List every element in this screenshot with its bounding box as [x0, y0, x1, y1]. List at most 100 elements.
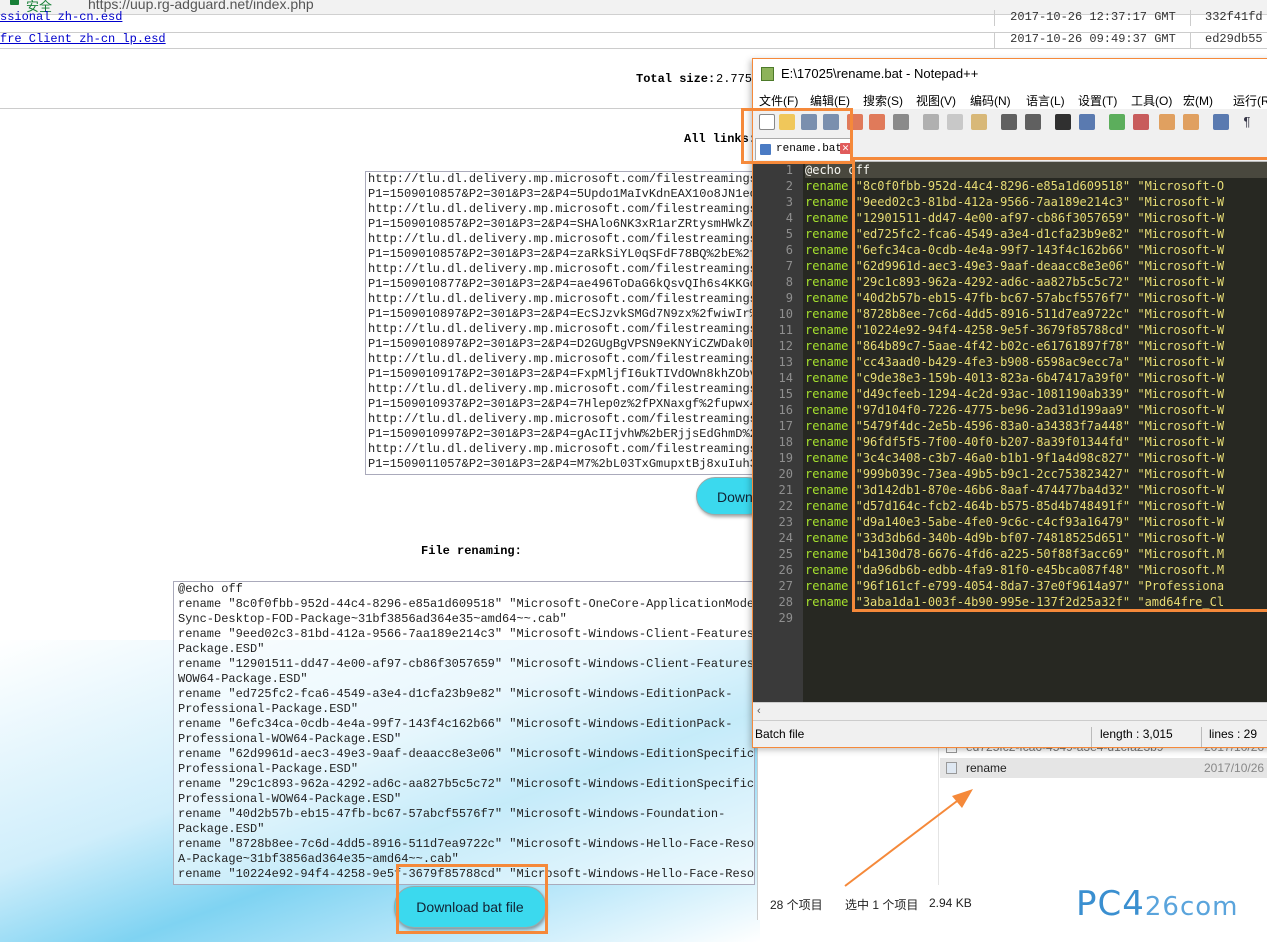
line-number: 7	[785, 259, 793, 273]
cut-icon[interactable]	[923, 114, 939, 130]
highlight-box	[852, 157, 1267, 612]
keyword-rename: rename	[805, 435, 849, 449]
link-line: http://tlu.dl.delivery.mp.microsoft.com/…	[368, 322, 757, 336]
file-link[interactable]: fre Client zh-cn lp.esd	[0, 32, 166, 46]
selected-size: 2.94 KB	[929, 896, 972, 910]
zoom-in-icon[interactable]	[1109, 114, 1125, 130]
find-icon[interactable]	[1055, 114, 1071, 130]
line-number: 26	[778, 563, 793, 577]
rename-line: rename "29c1c893-962a-4292-ad6c-aa827b5c…	[178, 777, 755, 791]
window-title: E:\17025\rename.bat - Notepad++	[781, 66, 979, 81]
link-line: P1=1509010997&P2=301&P3=2&P4=gAcIIjvhW%2…	[368, 427, 757, 441]
file-name: rename	[966, 761, 1007, 775]
line-number: 15	[778, 387, 793, 401]
link-line: P1=1509010877&P2=301&P3=2&P4=ae496ToDaG6…	[368, 277, 757, 291]
keyword-rename: rename	[805, 419, 849, 433]
line-number: 27	[778, 579, 793, 593]
divider	[0, 108, 760, 109]
file-type: Batch file	[755, 727, 805, 741]
menu-language[interactable]: 语言(L)	[1026, 92, 1065, 109]
link-line: http://tlu.dl.delivery.mp.microsoft.com/…	[368, 262, 757, 276]
menu-file[interactable]: 文件(F)	[759, 92, 798, 109]
file-date: 2017-10-26 12:37:17 GMT	[994, 10, 1191, 26]
menu-edit[interactable]: 编辑(E)	[810, 92, 850, 109]
menu-search[interactable]: 搜索(S)	[863, 92, 903, 109]
rename-textarea[interactable]: @echo off rename "8c0f0fbb-952d-44c4-8296…	[173, 581, 755, 885]
bat-file-icon	[946, 762, 957, 774]
menu-view[interactable]: 视图(V)	[916, 92, 956, 109]
navigation-pane	[758, 735, 939, 885]
keyword-rename: rename	[805, 371, 849, 385]
sync-vertical-icon[interactable]	[1159, 114, 1175, 130]
line-number: 23	[778, 515, 793, 529]
file-row: fre Client zh-cn lp.esd 2017-10-26 09:49…	[0, 30, 1267, 49]
keyword-rename: rename	[805, 531, 849, 545]
zoom-out-icon[interactable]	[1133, 114, 1149, 130]
divider	[1091, 727, 1092, 747]
highlight-box	[396, 864, 548, 934]
replace-icon[interactable]	[1079, 114, 1095, 130]
keyword-rename: rename	[805, 339, 849, 353]
notepad-app-icon	[761, 67, 774, 81]
rename-line: WOW64-Package.ESD"	[178, 672, 308, 686]
link-line: P1=1509011057&P2=301&P3=2&P4=M7%2bL03TxG…	[368, 457, 757, 471]
file-date: 2017-10-26 09:49:37 GMT	[994, 32, 1191, 48]
line-number: 28	[778, 595, 793, 609]
rename-line: Professional-WOW64-Package.ESD"	[178, 732, 402, 746]
links-textarea[interactable]: http://tlu.dl.delivery.mp.microsoft.com/…	[365, 171, 757, 475]
title-bar[interactable]: E:\17025\rename.bat - Notepad++	[753, 59, 1267, 89]
rename-line: @echo off	[178, 582, 243, 596]
rename-line: rename "12901511-dd47-4e00-af97-cb86f305…	[178, 657, 755, 671]
undo-icon[interactable]	[1001, 114, 1017, 130]
line-number: 22	[778, 499, 793, 513]
rename-line: Sync-Desktop-FOD-Package~31bf3856ad364e3…	[178, 612, 567, 626]
menu-encoding[interactable]: 编码(N)	[970, 92, 1011, 109]
link-line: P1=1509010917&P2=301&P3=2&P4=FxpMljfI6uk…	[368, 367, 757, 381]
menu-macro[interactable]: 宏(M)	[1183, 92, 1213, 109]
line-number: 2	[785, 179, 793, 193]
link-line: http://tlu.dl.delivery.mp.microsoft.com/…	[368, 202, 757, 216]
sync-horizontal-icon[interactable]	[1183, 114, 1199, 130]
keyword-rename: rename	[805, 563, 849, 577]
paste-icon[interactable]	[971, 114, 987, 130]
rename-line: rename "8c0f0fbb-952d-44c4-8296-e85a1d60…	[178, 597, 755, 611]
keyword-rename: rename	[805, 595, 849, 609]
word-wrap-icon[interactable]	[1213, 114, 1229, 130]
line-number: 4	[785, 211, 793, 225]
file-link[interactable]: ssional zh-cn.esd	[0, 10, 122, 24]
link-line: http://tlu.dl.delivery.mp.microsoft.com/…	[368, 412, 757, 426]
menu-settings[interactable]: 设置(T)	[1078, 92, 1117, 109]
link-line: P1=1509010857&P2=301&P3=2&P4=zaRkSiYL0qS…	[368, 247, 757, 261]
link-line: P1=1509010897&P2=301&P3=2&P4=EcSJzvkSMGd…	[368, 307, 757, 321]
keyword-rename: rename	[805, 291, 849, 305]
keyword-rename: rename	[805, 243, 849, 257]
line-number: 25	[778, 547, 793, 561]
print-icon[interactable]	[893, 114, 909, 130]
line-number: 6	[785, 243, 793, 257]
keyword-rename: rename	[805, 227, 849, 241]
line-number: 21	[778, 483, 793, 497]
close-all-icon[interactable]	[869, 114, 885, 130]
menu-run[interactable]: 运行(R	[1233, 92, 1267, 109]
keyword-rename: rename	[805, 259, 849, 273]
redo-icon[interactable]	[1025, 114, 1041, 130]
line-number: 14	[778, 371, 793, 385]
link-line: P1=1509010857&P2=301&P3=2&P4=5Updo1MaIvK…	[368, 187, 757, 201]
line-number: 18	[778, 435, 793, 449]
rename-line: rename "62d9961d-aec3-49e3-9aaf-deaacc8e…	[178, 747, 755, 761]
scroll-left-icon[interactable]: ‹	[757, 705, 761, 717]
keyword-rename: rename	[805, 323, 849, 337]
show-all-chars-icon[interactable]: ¶	[1239, 114, 1255, 130]
line-number: 19	[778, 451, 793, 465]
rename-line: rename "ed725fc2-fca6-4549-a3e4-d1cfa23b…	[178, 687, 733, 701]
link-line: http://tlu.dl.delivery.mp.microsoft.com/…	[368, 172, 757, 186]
horizontal-scrollbar[interactable]: ‹	[753, 702, 1267, 720]
keyword-rename: rename	[805, 355, 849, 369]
rename-line: Professional-Package.ESD"	[178, 762, 359, 776]
copy-icon[interactable]	[947, 114, 963, 130]
menu-tools[interactable]: 工具(O)	[1131, 92, 1172, 109]
explorer-row-selected[interactable]: rename 2017/10/26	[940, 758, 1267, 778]
keyword-rename: rename	[805, 403, 849, 417]
keyword-rename: rename	[805, 451, 849, 465]
